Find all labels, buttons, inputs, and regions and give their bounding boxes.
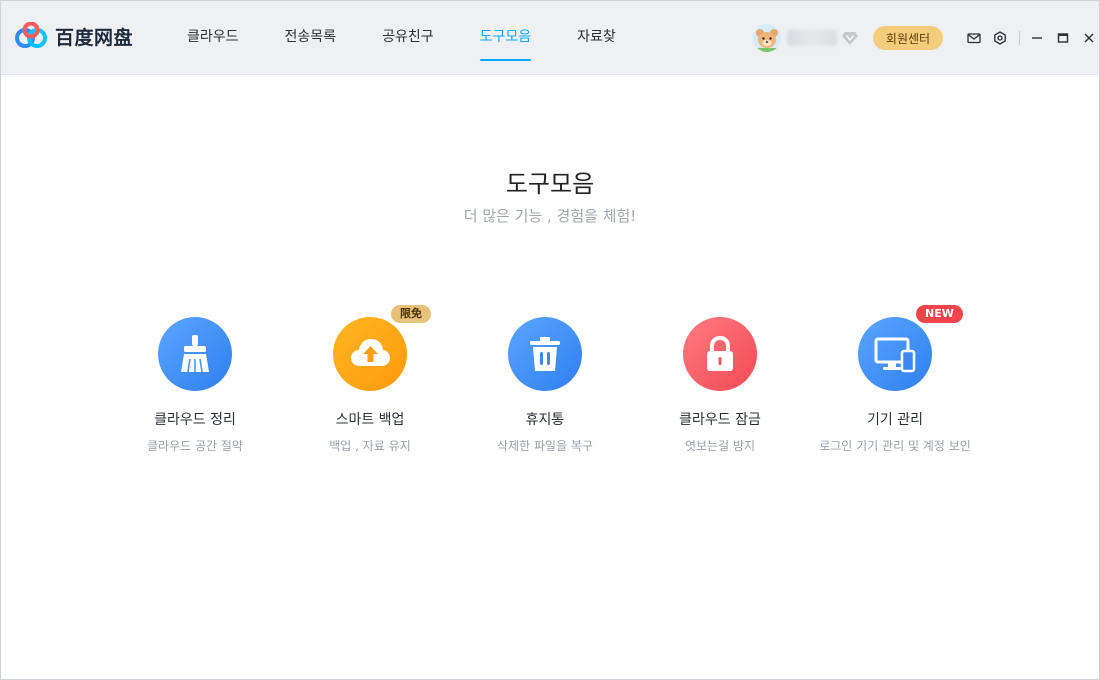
tab-label: 도구모음 (479, 29, 532, 45)
app-window: 百度网盘 클라우드 전송목록 공유친구 도구모음 자료찾 회원센터 도구모음 더… (0, 0, 1100, 680)
tab-tools[interactable]: 도구모음 (464, 1, 548, 75)
tab-label: 자료찾 (577, 29, 616, 45)
baidu-netdisk-logo-icon (15, 22, 47, 48)
top-bar: 百度网盘 클라우드 전송목록 공유친구 도구모음 자료찾 회원센터 (1, 1, 1099, 75)
user-area[interactable] (753, 23, 859, 53)
tab-transfer-list[interactable]: 전송목록 (269, 1, 353, 75)
tool-name: 클라우드 잠금 (679, 412, 761, 428)
tool-icon-circle: NEW (858, 305, 963, 391)
minimize-icon[interactable] (1026, 27, 1048, 49)
tool-icon-circle (683, 317, 757, 391)
page-title: 도구모음 (505, 170, 595, 198)
maximize-icon[interactable] (1052, 27, 1074, 49)
logo-text: 百度网盘 (55, 26, 134, 49)
tab-label: 전송목록 (284, 29, 337, 45)
tab-cloud[interactable]: 클라우드 (171, 1, 255, 75)
tool-description: 엿보는걸 방지 (684, 439, 756, 453)
close-icon[interactable] (1078, 27, 1100, 49)
lock-icon (707, 335, 733, 371)
tool-description: 백업 , 자료 유지 (329, 439, 411, 453)
tool-icon-circle (508, 317, 582, 391)
avatar[interactable] (753, 24, 781, 52)
tool-name: 기기 관리 (867, 412, 923, 428)
main-nav: 클라우드 전송목록 공유친구 도구모음 자료찾 (171, 1, 646, 75)
tool-trash[interactable]: 휴지통 삭제한 파일을 복구 (450, 317, 640, 454)
settings-icon[interactable] (989, 27, 1011, 49)
tab-label: 공유친구 (382, 29, 434, 45)
tool-device-management[interactable]: NEW 기기 관리 로그인 기기 관리 및 계정 보인 (800, 305, 990, 454)
tab-label: 클라우드 (187, 29, 239, 45)
divider (1019, 31, 1020, 45)
tool-smart-backup[interactable]: 限免 스마트 백업 백업 , 자료 유지 (275, 305, 465, 454)
member-center-button[interactable]: 회원센터 (873, 26, 943, 50)
tab-share-friends[interactable]: 공유친구 (366, 1, 450, 75)
window-controls (963, 27, 1100, 49)
bear-avatar-icon (753, 24, 781, 52)
tool-name: 클라우드 정리 (154, 412, 236, 428)
page-subtitle: 더 많은 기능 , 경험을 체험! (463, 207, 637, 225)
mail-icon[interactable] (963, 27, 985, 49)
tool-icon-circle (158, 317, 232, 391)
tool-icon-circle: 限免 (333, 305, 431, 391)
trash-icon (530, 337, 560, 371)
broom-icon (181, 335, 209, 373)
tool-description: 로그인 기기 관리 및 계정 보인 (819, 439, 971, 453)
new-badge: NEW (916, 305, 963, 323)
tool-cloud-lock[interactable]: 클라우드 잠금 엿보는걸 방지 (625, 317, 815, 454)
vip-diamond-icon[interactable] (841, 30, 859, 46)
tool-description: 삭제한 파일을 복구 (497, 439, 593, 453)
devices-icon (874, 337, 916, 373)
username[interactable] (787, 30, 837, 46)
tools-page: 도구모음 더 많은 기능 , 경험을 체험! 클라우드 정리 클라우드 공간 절… (1, 76, 1099, 679)
tool-description: 클라우드 공간 절약 (147, 439, 243, 453)
limited-free-badge: 限免 (391, 305, 431, 323)
tab-find-resources[interactable]: 자료찾 (561, 1, 632, 75)
tool-cloud-cleanup[interactable]: 클라우드 정리 클라우드 공간 절약 (100, 317, 290, 454)
cloud-upload-icon (351, 339, 390, 366)
tool-name: 휴지통 (525, 412, 565, 428)
app-logo: 百度网盘 (15, 21, 133, 51)
tool-name: 스마트 백업 (335, 412, 405, 428)
